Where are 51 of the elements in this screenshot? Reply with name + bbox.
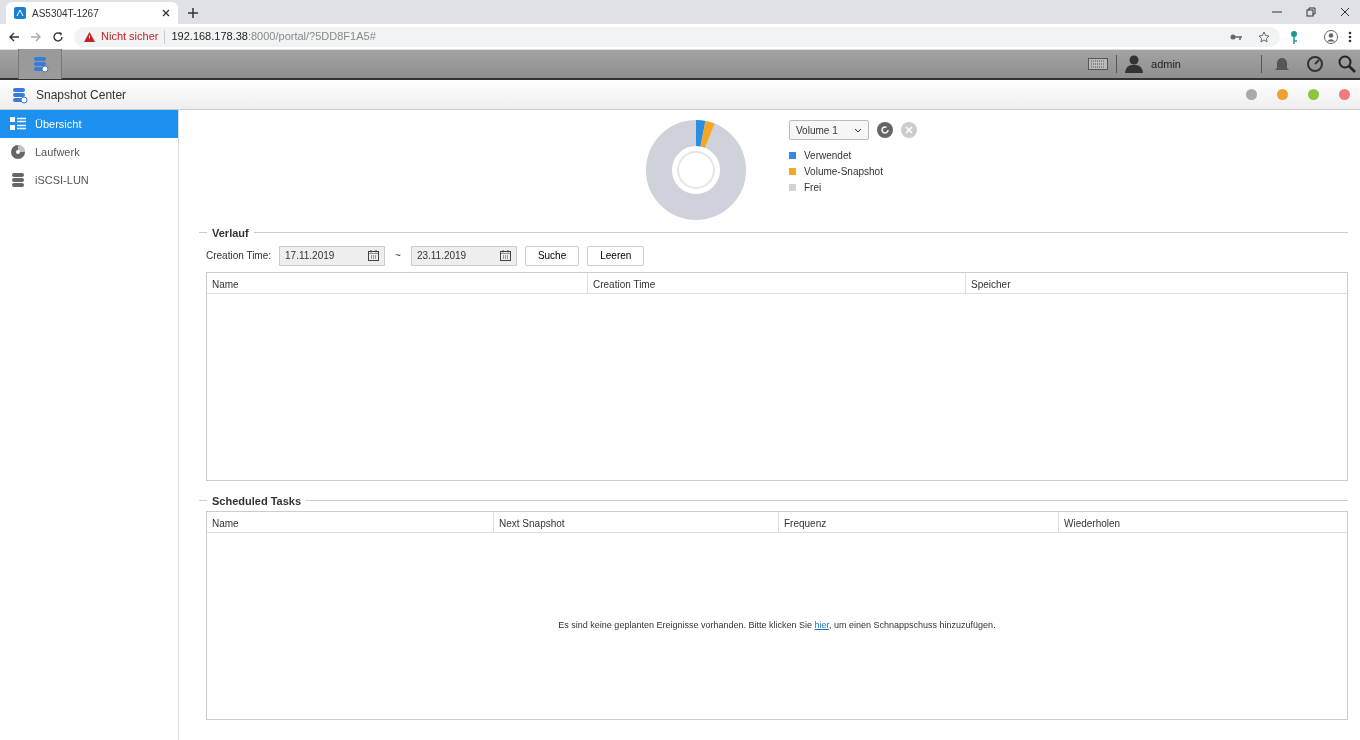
reload-icon[interactable] — [52, 30, 64, 43]
database-icon — [10, 172, 26, 188]
user-name[interactable]: admin — [1151, 55, 1181, 73]
back-icon[interactable] — [8, 30, 20, 43]
date-field[interactable]: 17.11.2019 — [279, 245, 386, 266]
calendar-icon — [499, 250, 511, 261]
database-icon — [31, 55, 49, 73]
bell-icon[interactable] — [1274, 56, 1290, 72]
site-icon — [14, 7, 26, 19]
column-header[interactable]: Name — [207, 512, 494, 532]
empty-message: Es sind keine geplanten Ereignisse vorhanden. Bitte klicken Sie hier, um einen Schnappschuss hinzuzufügen. — [558, 619, 996, 633]
column-header[interactable]: Speicher — [966, 272, 1347, 293]
caret-icon — [854, 127, 862, 133]
add-link[interactable]: hier — [814, 620, 829, 631]
date-field[interactable]: 23.11.2019 — [410, 245, 517, 266]
action-button[interactable]: Suche — [524, 245, 580, 266]
action-button[interactable]: Leeren — [587, 245, 645, 266]
database-icon — [10, 85, 28, 104]
section-title: Scheduled Tasks — [207, 494, 307, 507]
key-icon[interactable] — [1290, 29, 1298, 44]
star-icon[interactable] — [1258, 30, 1270, 43]
gauge-icon[interactable] — [1306, 55, 1324, 73]
list-icon — [10, 117, 26, 131]
avatar-icon[interactable] — [1324, 29, 1338, 44]
field-label: Creation Time: — [206, 249, 272, 263]
column-header[interactable]: Wiederholen — [1059, 512, 1347, 532]
restore-icon[interactable] — [1306, 7, 1316, 17]
column-header[interactable]: Name — [207, 272, 588, 293]
column-header[interactable]: Next Snapshot — [494, 512, 779, 532]
menu-icon[interactable] — [1348, 30, 1352, 43]
user-icon[interactable] — [1125, 55, 1144, 73]
warning-icon — [84, 31, 95, 42]
legend-label: Verwendet — [804, 148, 852, 163]
disk-icon — [10, 144, 26, 160]
column-header[interactable]: Creation Time — [588, 272, 966, 293]
new-tab-icon[interactable] — [188, 8, 198, 18]
calendar-icon — [368, 250, 380, 261]
section-title: Verlauf — [207, 227, 254, 239]
column-header[interactable]: Frequenz — [779, 512, 1059, 532]
legend-label: Volume-Snapshot — [804, 164, 883, 179]
search-icon[interactable] — [1338, 55, 1356, 73]
range-separator: ~ — [395, 249, 401, 263]
url-text[interactable]: 192.168.178.38:8000/portal/?5DD8F1A5# — [171, 28, 376, 45]
app-title: Snapshot Center — [36, 86, 127, 104]
security-label: Nicht sicher — [101, 29, 159, 45]
refresh-icon[interactable] — [877, 122, 893, 138]
legend-label: Frei — [804, 180, 822, 195]
sidebar-item[interactable]: Laufwerk — [0, 138, 178, 166]
volume-select[interactable]: Volume 1 — [789, 120, 869, 140]
keyboard-icon[interactable] — [1088, 58, 1109, 70]
sidebar-item[interactable]: iSCSI-LUN — [0, 166, 178, 194]
